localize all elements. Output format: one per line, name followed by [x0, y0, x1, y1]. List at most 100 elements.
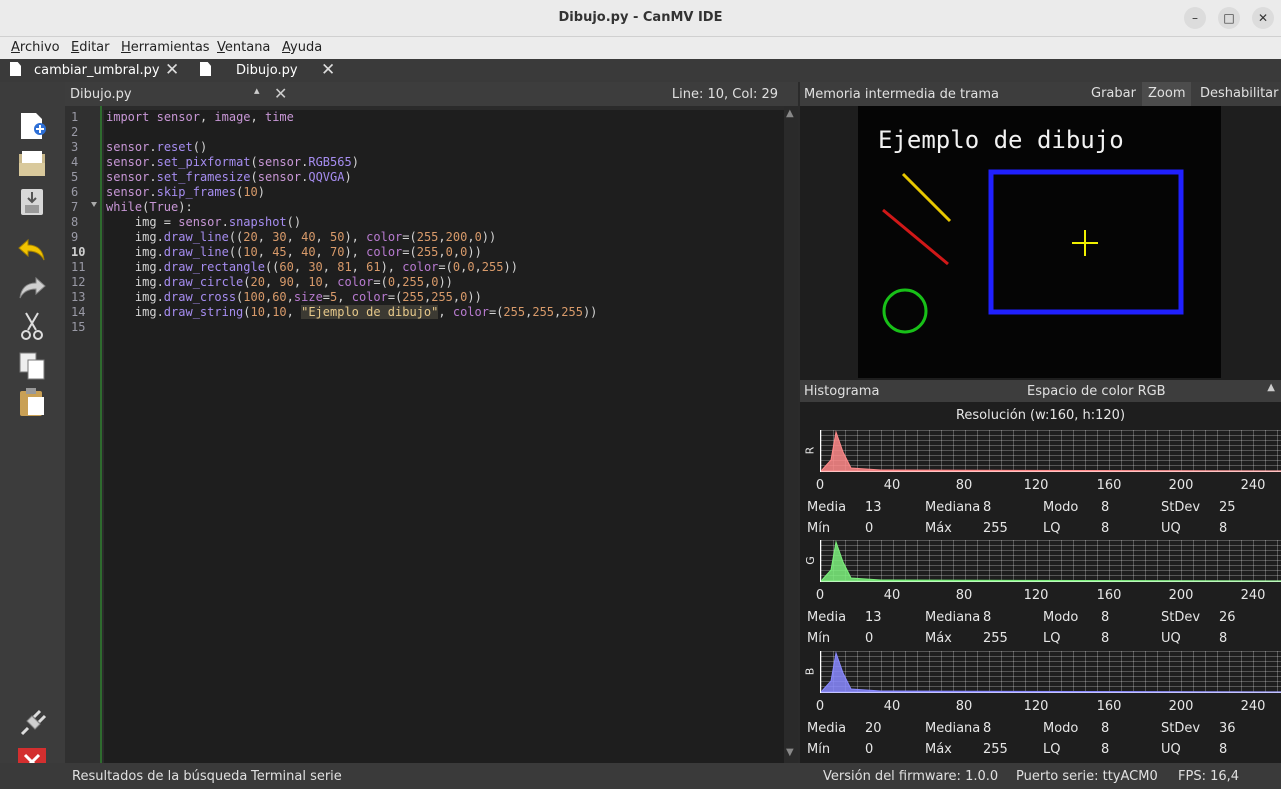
- menu-herramientas[interactable]: Herramientas: [121, 40, 210, 55]
- stat-value-uq: 8: [1219, 742, 1228, 757]
- cursor-position: Line: 10, Col: 29: [671, 87, 778, 102]
- tab-cambiar-umbral[interactable]: cambiar_umbral.py ✕: [0, 59, 190, 82]
- code-line[interactable]: while(True):: [104, 200, 784, 215]
- line-number: 4: [71, 155, 79, 169]
- stat-label-lq: LQ: [1043, 521, 1061, 536]
- stat-value-max: 255: [983, 631, 1008, 646]
- axis-tick-label: 160: [1096, 588, 1122, 603]
- axis-tick-label: 160: [1096, 699, 1122, 714]
- stat-value-stdev: 26: [1219, 610, 1236, 625]
- chevron-updown-icon[interactable]: ▲: [1267, 382, 1275, 393]
- code-line[interactable]: img.draw_string(10,10, "Ejemplo de dibuj…: [104, 305, 784, 320]
- stat-value-lq: 8: [1101, 742, 1110, 757]
- axis-tick-label: 0: [815, 478, 825, 493]
- stat-label-median: Mediana: [925, 610, 981, 625]
- code-line[interactable]: sensor.skip_frames(10): [104, 185, 784, 200]
- channel-label: R: [803, 446, 817, 455]
- code-line[interactable]: ​: [104, 125, 784, 140]
- connect-icon[interactable]: [16, 708, 48, 740]
- editor-scrollbar[interactable]: ▲ ▼: [784, 106, 798, 763]
- editor-file-selector[interactable]: Dibujo.py: [70, 87, 132, 102]
- status-bar: Resultados de la búsqueda Terminal serie…: [0, 763, 1281, 789]
- serial-terminal-tab[interactable]: Terminal serie: [251, 769, 342, 784]
- copy-icon[interactable]: [16, 350, 48, 382]
- histogram-title: Histograma: [804, 384, 880, 399]
- stat-value-lq: 8: [1101, 631, 1110, 646]
- file-icon: [10, 62, 21, 76]
- stat-value-uq: 8: [1219, 631, 1228, 646]
- resolution-label: Resolución (w:160, h:120): [955, 408, 1126, 423]
- axis-tick-label: 200: [1168, 699, 1194, 714]
- code-line[interactable]: sensor.reset(): [104, 140, 784, 155]
- minimize-icon[interactable]: –: [1184, 7, 1206, 29]
- stat-label-uq: UQ: [1161, 631, 1181, 646]
- tab-dibujo[interactable]: Dibujo.py ✕: [190, 59, 345, 82]
- channel-label: B: [803, 667, 817, 676]
- stat-label-uq: UQ: [1161, 521, 1181, 536]
- code-line[interactable]: img.draw_line((20, 30, 40, 50), color=(2…: [104, 230, 784, 245]
- new-file-icon[interactable]: [16, 110, 48, 142]
- save-file-icon[interactable]: [16, 186, 48, 218]
- line-number: 10: [71, 245, 86, 259]
- color-space-select[interactable]: Espacio de color RGB: [1027, 384, 1166, 399]
- histogram-plot-g: [820, 540, 1281, 582]
- channel-label: G: [803, 556, 817, 565]
- open-file-icon[interactable]: [16, 148, 48, 180]
- maximize-icon[interactable]: □: [1218, 7, 1240, 29]
- close-editor-icon[interactable]: ✕: [274, 84, 287, 103]
- code-line[interactable]: import sensor, image, time: [104, 110, 784, 125]
- axis-tick-label: 80: [955, 478, 973, 493]
- stat-label-stdev: StDev: [1161, 500, 1201, 515]
- axis-tick-label: 80: [955, 588, 973, 603]
- code-line[interactable]: sensor.set_framesize(sensor.QQVGA): [104, 170, 784, 185]
- axis-tick-label: 120: [1023, 588, 1049, 603]
- code-line[interactable]: img.draw_rectangle((60, 30, 81, 61), col…: [104, 260, 784, 275]
- scroll-up-icon[interactable]: ▲: [786, 108, 794, 119]
- code-line[interactable]: img.draw_cross(100,60,size=5, color=(255…: [104, 290, 784, 305]
- stat-label-mode: Modo: [1043, 721, 1079, 736]
- code-line[interactable]: img.draw_line((10, 45, 40, 70), color=(2…: [104, 245, 784, 260]
- stat-value-min: 0: [865, 631, 874, 646]
- line-number: 12: [71, 275, 86, 289]
- stat-value-median: 8: [983, 610, 992, 625]
- cut-icon[interactable]: [16, 310, 48, 342]
- disable-button[interactable]: Deshabilitar: [1194, 82, 1281, 106]
- paste-icon[interactable]: [16, 386, 48, 418]
- stat-value-stdev: 25: [1219, 500, 1236, 515]
- search-results-tab[interactable]: Resultados de la búsqueda: [72, 769, 247, 784]
- menu-archivo[interactable]: Archivo: [11, 40, 60, 55]
- undo-icon[interactable]: [16, 234, 48, 266]
- menu-ventana[interactable]: Ventana: [217, 40, 270, 55]
- stat-value-mean: 13: [865, 610, 882, 625]
- stat-value-min: 0: [865, 521, 874, 536]
- axis-tick-label: 240: [1240, 588, 1266, 603]
- code-line[interactable]: img = sensor.snapshot(): [104, 215, 784, 230]
- code-line[interactable]: img.draw_circle(20, 90, 10, color=(0,255…: [104, 275, 784, 290]
- code-line[interactable]: ​: [104, 320, 784, 335]
- stat-value-uq: 8: [1219, 521, 1228, 536]
- close-window-icon[interactable]: ✕: [1252, 7, 1274, 29]
- close-tab-icon[interactable]: ✕: [321, 60, 335, 80]
- stat-label-max: Máx: [925, 742, 952, 757]
- code-line[interactable]: sensor.set_pixformat(sensor.RGB565): [104, 155, 784, 170]
- record-button[interactable]: Grabar: [1085, 82, 1142, 106]
- file-selector-arrows-icon[interactable]: ▴: [254, 84, 260, 97]
- axis-tick-label: 40: [883, 588, 901, 603]
- stat-label-max: Máx: [925, 521, 952, 536]
- code-editor[interactable]: import sensor, image, time​sensor.reset(…: [104, 110, 784, 763]
- redo-icon[interactable]: [16, 272, 48, 304]
- left-toolbar: [0, 82, 65, 776]
- axis-tick-label: 0: [815, 699, 825, 714]
- fold-arrow-icon[interactable]: [91, 202, 97, 207]
- framebuffer-view: Ejemplo de dibujo: [800, 106, 1281, 380]
- menu-bar: Archivo Editar Herramientas Ventana Ayud…: [0, 37, 1281, 59]
- close-tab-icon[interactable]: ✕: [165, 60, 179, 80]
- line-number: 6: [71, 185, 79, 199]
- scroll-down-icon[interactable]: ▼: [786, 747, 794, 758]
- menu-editar[interactable]: Editar: [71, 40, 110, 55]
- stat-label-lq: LQ: [1043, 742, 1061, 757]
- histogram-plot-b: [820, 651, 1281, 693]
- zoom-button[interactable]: Zoom: [1142, 82, 1192, 106]
- axis-tick-label: 120: [1023, 478, 1049, 493]
- menu-ayuda[interactable]: Ayuda: [282, 40, 322, 55]
